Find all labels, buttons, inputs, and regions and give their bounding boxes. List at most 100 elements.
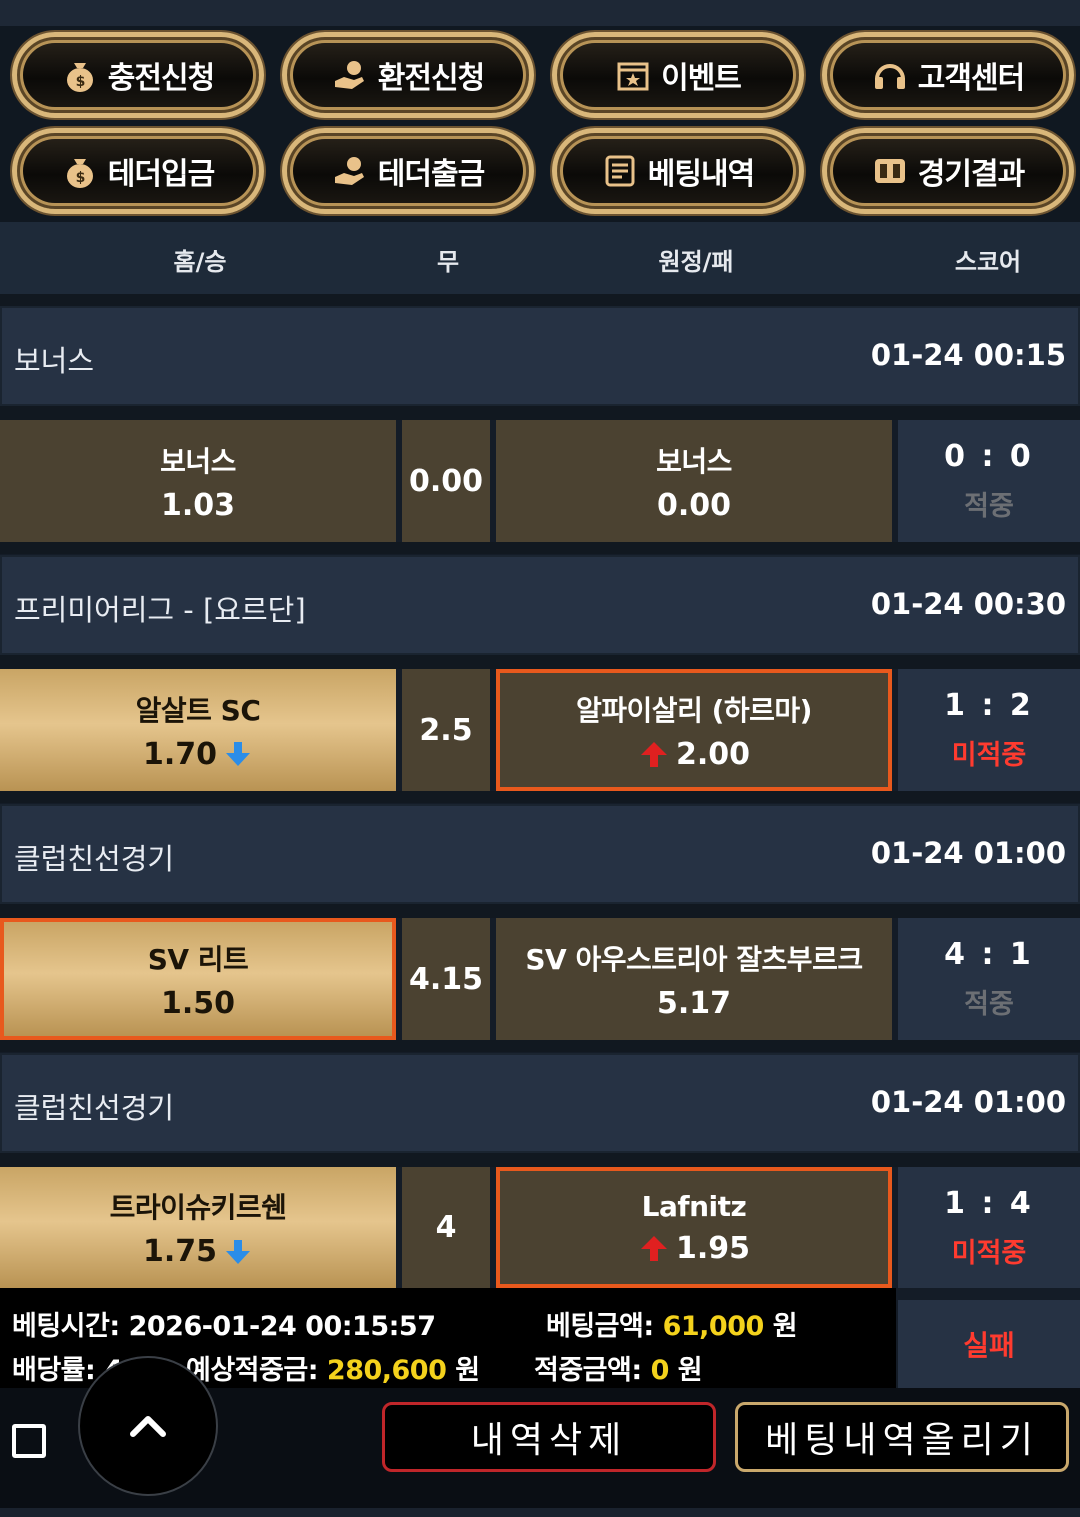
- bet-status-badge: 실패: [898, 1300, 1080, 1388]
- odds-up-arrow-icon: [640, 1236, 667, 1261]
- divider: [0, 655, 1080, 669]
- divider: [0, 542, 1080, 554]
- menu-tether-withdraw-button[interactable]: 테더출금: [282, 128, 534, 214]
- home-odds-cell-selected[interactable]: SV 리트 1.50: [0, 918, 396, 1040]
- column-draw: 무: [436, 248, 460, 276]
- away-odds-cell[interactable]: SV 아우스트리아 잘츠부르크 5.17: [496, 918, 892, 1040]
- score-cell: 1 : 4 미적중: [898, 1167, 1080, 1288]
- divider: [0, 791, 1080, 803]
- league-header: 클럽친선경기 01-24 01:00: [0, 804, 1080, 904]
- home-team: 트라이슈키르쉔: [109, 1191, 287, 1224]
- menu-game-results-button[interactable]: 경기결과: [822, 128, 1074, 214]
- chevron-up-icon: [130, 1416, 166, 1437]
- menu-label: 환전신청: [377, 61, 485, 96]
- scroll-to-top-button[interactable]: [78, 1356, 218, 1496]
- svg-text:$: $: [75, 170, 84, 186]
- menu-label: 고객센터: [917, 61, 1025, 96]
- column-home: 홈/승: [173, 248, 227, 276]
- league-header: 프리미어리그 - [요르단] 01-24 00:30: [0, 555, 1080, 655]
- away-odds: 2.00: [675, 736, 751, 772]
- handicap-cell[interactable]: 2.5: [402, 669, 490, 791]
- delete-history-button[interactable]: 내역삭제: [382, 1402, 716, 1472]
- away-team: Lafnitz: [641, 1189, 747, 1223]
- menu-label: 이벤트: [661, 61, 742, 96]
- match-result: 미적중: [951, 1237, 1027, 1269]
- column-away: 원정/패: [658, 248, 734, 276]
- away-odds-cell-selected[interactable]: 알파이살리 (하르마) 2.00: [496, 669, 892, 791]
- calendar-star-icon: [615, 57, 651, 93]
- home-odds-cell[interactable]: 보너스 1.03: [0, 420, 396, 542]
- league-header: 보너스 01-24 00:15: [0, 306, 1080, 406]
- away-team: 알파이살리 (하르마): [576, 693, 812, 727]
- menu-bet-history-button[interactable]: 베팅내역: [552, 128, 804, 214]
- league-header: 클럽친선경기 01-24 01:00: [0, 1053, 1080, 1153]
- svg-text:$: $: [75, 74, 84, 90]
- menu-withdraw-request-button[interactable]: 환전신청: [282, 32, 534, 118]
- column-score: 스코어: [954, 248, 1022, 276]
- away-team: 보너스: [656, 444, 732, 478]
- hand-coin-icon: [332, 57, 368, 93]
- hand-coin-icon: [332, 153, 368, 189]
- column-header: 홈/승 무 원정/패 스코어: [0, 222, 1080, 294]
- home-odds: 1.50: [160, 985, 236, 1021]
- home-odds: 1.70: [142, 736, 218, 772]
- away-odds: 1.95: [675, 1230, 751, 1266]
- league-name: 클럽친선경기: [14, 1091, 175, 1125]
- away-odds-cell[interactable]: 보너스 0.00: [496, 420, 892, 542]
- home-odds-cell[interactable]: 알살트 SC 1.70: [0, 669, 396, 791]
- divider: [0, 1040, 1080, 1052]
- menu-customer-center-button[interactable]: 고객센터: [822, 32, 1074, 118]
- match-time: 01-24 01:00: [870, 1085, 1066, 1119]
- match-result: 미적중: [951, 740, 1027, 771]
- menu-label: 베팅내역: [647, 157, 755, 192]
- upload-bet-history-button[interactable]: 베팅내역올리기: [735, 1402, 1069, 1472]
- match-time: 01-24 00:15: [870, 338, 1066, 372]
- home-team: 보너스: [160, 444, 236, 478]
- currency-unit: 원: [677, 1355, 703, 1386]
- menu-label: 충전신청: [107, 61, 215, 96]
- bet-amount-value: 61,000: [662, 1311, 765, 1342]
- menu-label: 테더출금: [377, 157, 485, 192]
- score-cell: 0 : 0 적중: [898, 420, 1080, 542]
- handicap-cell[interactable]: 4: [402, 1167, 490, 1288]
- money-bag-icon: $: [62, 153, 98, 189]
- score-cell: 4 : 1 적중: [898, 918, 1080, 1040]
- away-odds-cell-selected[interactable]: Lafnitz 1.95: [496, 1167, 892, 1288]
- draw-odds-cell[interactable]: 4.15: [402, 918, 490, 1040]
- draw-odds: 4.15: [408, 961, 484, 997]
- bottom-strip: [0, 1508, 1080, 1517]
- divider: [0, 1153, 1080, 1167]
- match-score: 0 : 0: [944, 439, 1034, 474]
- won-amount-label: 적중금액:: [534, 1355, 642, 1386]
- draw-odds: 0.00: [408, 463, 484, 499]
- headset-icon: [872, 57, 908, 93]
- league-name: 프리미어리그 - [요르단]: [14, 593, 306, 627]
- expected-row: 예상적중금: 280,600 원: [186, 1348, 480, 1387]
- league-name: 클럽친선경기: [14, 842, 175, 876]
- home-team: 알살트 SC: [135, 693, 261, 727]
- divider: [0, 294, 1080, 306]
- select-checkbox[interactable]: [12, 1424, 46, 1458]
- money-bag-icon: $: [62, 57, 98, 93]
- handicap-value: 2.5: [419, 712, 473, 748]
- menu-tether-deposit-button[interactable]: $ 테더입금: [12, 128, 264, 214]
- won-amount-value: 0: [650, 1355, 670, 1386]
- top-strip: [0, 0, 1080, 26]
- handicap-value: 4: [435, 1210, 457, 1245]
- match-score: 4 : 1: [944, 937, 1034, 972]
- draw-odds-cell[interactable]: 0.00: [402, 420, 490, 542]
- won-amount-row: 적중금액: 0 원: [534, 1348, 703, 1387]
- match-score: 1 : 4: [944, 1185, 1034, 1221]
- currency-unit: 원: [455, 1355, 480, 1386]
- menu-event-button[interactable]: 이벤트: [552, 32, 804, 118]
- match-result: 적중: [964, 989, 1014, 1020]
- scoreboard-icon: [872, 153, 908, 189]
- bet-amount-label: 베팅금액:: [546, 1311, 654, 1342]
- menu-deposit-request-button[interactable]: $ 충전신청: [12, 32, 264, 118]
- bet-time-row: 베팅시간: 2026-01-24 00:15:57: [12, 1304, 436, 1343]
- expected-value: 280,600: [326, 1355, 447, 1386]
- home-odds-cell[interactable]: 트라이슈키르쉔 1.75: [0, 1167, 396, 1288]
- odds-down-arrow-icon: [226, 1239, 251, 1264]
- menu-label: 경기결과: [917, 157, 1025, 192]
- away-odds: 5.17: [656, 985, 732, 1021]
